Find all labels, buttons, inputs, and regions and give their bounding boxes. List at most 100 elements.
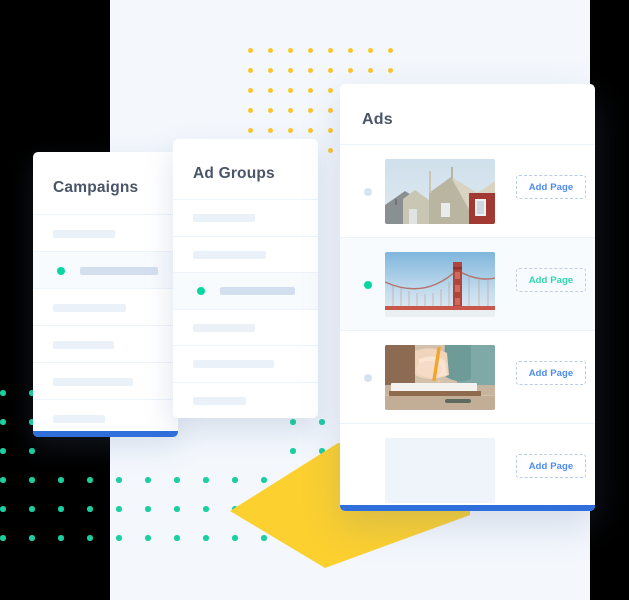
decor-dot (308, 48, 313, 53)
decor-dot (308, 108, 313, 113)
decor-dot (248, 108, 253, 113)
decor-dot (87, 477, 93, 483)
decor-dot (288, 128, 293, 133)
decor-dot (319, 419, 325, 425)
decor-dot (116, 506, 122, 512)
decor-dot (328, 48, 333, 53)
decor-dot (290, 419, 296, 425)
decor-dot (0, 419, 6, 425)
decor-dot (268, 88, 273, 93)
decor-dot (0, 506, 6, 512)
decor-dot (87, 506, 93, 512)
ads-title: Ads (362, 111, 393, 128)
decor-dot (87, 535, 93, 541)
decor-dot (248, 68, 253, 73)
list-item[interactable] (173, 272, 318, 309)
decor-dot (288, 48, 293, 53)
decor-dot (268, 48, 273, 53)
decor-dot (268, 128, 273, 133)
decor-dot (29, 448, 35, 454)
decor-dot (0, 477, 6, 483)
decor-dot (58, 477, 64, 483)
decor-dot (268, 108, 273, 113)
decor-dot (116, 477, 122, 483)
decor-dot (29, 477, 35, 483)
decor-dot (348, 48, 353, 53)
list-item-placeholder-bar (193, 323, 255, 332)
decor-dot (29, 535, 35, 541)
decor-dot (308, 88, 313, 93)
list-item[interactable] (173, 235, 318, 273)
decor-dot (174, 477, 180, 483)
decor-dot (116, 535, 122, 541)
decor-dot (288, 108, 293, 113)
decor-dot (248, 88, 253, 93)
decor-dot (328, 88, 333, 93)
decor-dot (174, 535, 180, 541)
ad-list-item[interactable]: Add Page (340, 330, 595, 423)
decor-dot (268, 68, 273, 73)
list-item-placeholder-bar (80, 266, 158, 275)
list-item[interactable] (33, 362, 178, 399)
decor-dot (58, 506, 64, 512)
ad-list-item[interactable]: Add Page (340, 144, 595, 237)
list-item-placeholder-bar (193, 396, 246, 405)
list-item[interactable] (173, 199, 318, 236)
list-item-placeholder-bar (53, 303, 126, 312)
list-item-placeholder-bar (53, 229, 115, 238)
decor-dot (368, 48, 373, 53)
decor-dot (388, 48, 393, 53)
decor-dot (145, 477, 151, 483)
list-item-placeholder-bar (220, 287, 295, 296)
list-item[interactable] (33, 325, 178, 362)
decor-dot (248, 128, 253, 133)
campaigns-card[interactable]: Campaigns (33, 152, 178, 437)
list-item-placeholder-bar (53, 377, 133, 386)
decor-dot (248, 48, 253, 53)
decor-dot (308, 128, 313, 133)
list-item[interactable] (173, 381, 318, 419)
inactive-status-dot (364, 188, 372, 196)
decor-dot (203, 477, 209, 483)
decor-dot (145, 535, 151, 541)
add-page-button[interactable]: Add Page (516, 175, 586, 199)
ad-groups-card[interactable]: Ad Groups (173, 139, 318, 418)
list-item[interactable] (33, 251, 178, 288)
list-item-placeholder-bar (193, 250, 266, 259)
list-item[interactable] (33, 214, 178, 251)
decor-dot (29, 506, 35, 512)
add-page-button[interactable]: Add Page (516, 361, 586, 385)
decor-dot (0, 535, 6, 541)
decor-dot (0, 390, 6, 396)
ads-card[interactable]: Ads Add Page Add Page Add Page Add Page (340, 84, 595, 511)
list-item-placeholder-bar (53, 340, 114, 349)
decor-dot (145, 506, 151, 512)
inactive-status-dot (364, 374, 372, 382)
list-item[interactable] (173, 308, 318, 346)
ad-list-item[interactable]: Add Page (340, 237, 595, 330)
golden-gate-bridge-photo (385, 252, 495, 317)
campaigns-title: Campaigns (53, 179, 139, 196)
ads-accent-bar (340, 505, 595, 511)
decor-dot (308, 68, 313, 73)
add-page-button[interactable]: Add Page (516, 454, 586, 478)
ad-groups-title: Ad Groups (193, 165, 275, 182)
add-page-button[interactable]: Add Page (516, 268, 586, 292)
campaigns-accent-bar (33, 431, 178, 437)
list-item-placeholder-bar (193, 214, 255, 223)
illustration-stage: Campaigns Ad Groups Ads Add Page Add Pag… (0, 0, 629, 600)
decor-dot (328, 128, 333, 133)
campaigns-list (33, 214, 178, 436)
decor-dot (203, 506, 209, 512)
ads-list: Add Page Add Page Add Page Add Page (340, 144, 595, 511)
active-status-dot (197, 287, 205, 296)
victorian-houses-photo (385, 159, 495, 224)
decor-dot (288, 68, 293, 73)
decor-dot (0, 448, 6, 454)
decor-dot (328, 108, 333, 113)
ad-list-item[interactable]: Add Page (340, 423, 595, 511)
decor-dot (58, 535, 64, 541)
list-item[interactable] (33, 288, 178, 325)
list-item[interactable] (173, 345, 318, 382)
hand-writing-pencil-photo (385, 345, 495, 410)
